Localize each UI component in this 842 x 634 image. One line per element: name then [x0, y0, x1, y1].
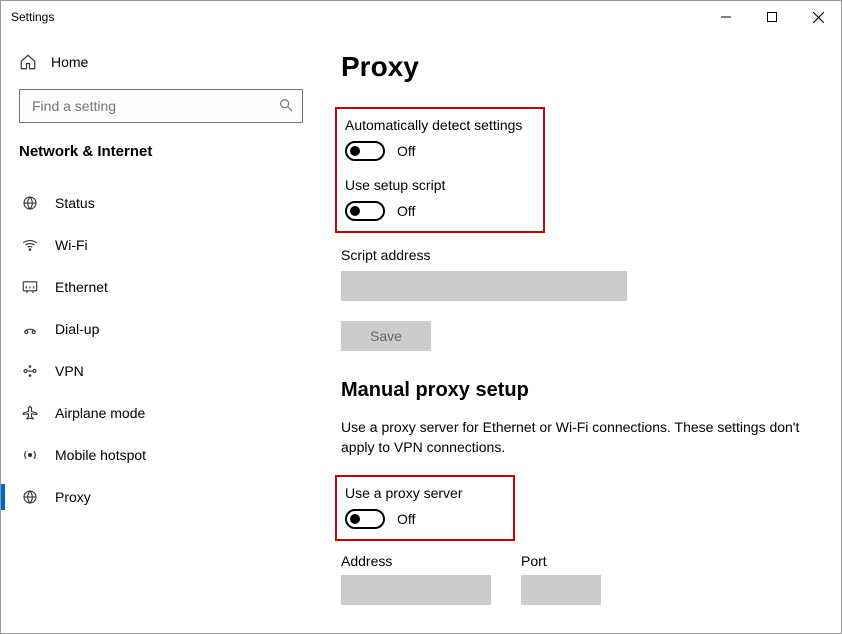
- setup-script-label: Use setup script: [345, 177, 535, 193]
- use-proxy-label: Use a proxy server: [345, 485, 505, 501]
- search-input-wrap[interactable]: [19, 89, 303, 123]
- setup-script-block: Use setup script Off: [345, 177, 535, 221]
- use-proxy-toggle[interactable]: [345, 509, 385, 529]
- page-title: Proxy: [341, 51, 811, 83]
- airplane-icon: [21, 404, 39, 422]
- address-input[interactable]: [341, 575, 491, 605]
- sidebar-item-proxy[interactable]: Proxy: [1, 476, 321, 518]
- script-address-input[interactable]: [341, 271, 627, 301]
- ethernet-icon: [21, 278, 39, 296]
- address-port-row: Address Port: [341, 553, 811, 605]
- section-heading: Network & Internet: [1, 135, 321, 176]
- port-input[interactable]: [521, 575, 601, 605]
- sidebar-item-label: Airplane mode: [55, 405, 145, 421]
- setup-script-toggle[interactable]: [345, 201, 385, 221]
- sidebar-item-airplane[interactable]: Airplane mode: [1, 392, 321, 434]
- search-icon: [278, 97, 294, 116]
- sidebar-item-label: Wi-Fi: [55, 237, 88, 253]
- search-input[interactable]: [30, 97, 278, 115]
- sidebar: Home Network & Internet Status: [1, 33, 321, 633]
- sidebar-item-wifi[interactable]: Wi-Fi: [1, 224, 321, 266]
- address-label: Address: [341, 553, 491, 569]
- minimize-button[interactable]: [703, 1, 749, 33]
- sidebar-item-label: Status: [55, 195, 95, 211]
- content-pane: Proxy Automatically detect settings Off …: [321, 33, 841, 633]
- manual-description: Use a proxy server for Ethernet or Wi-Fi…: [341, 418, 801, 457]
- save-button-label: Save: [370, 328, 402, 344]
- maximize-button[interactable]: [749, 1, 795, 33]
- home-nav[interactable]: Home: [1, 43, 321, 81]
- auto-detect-toggle[interactable]: [345, 141, 385, 161]
- script-address-block: Script address: [341, 247, 811, 301]
- sidebar-item-label: Mobile hotspot: [55, 447, 146, 463]
- status-icon: [21, 194, 39, 212]
- title-bar: Settings: [1, 1, 841, 33]
- vpn-icon: [21, 362, 39, 380]
- sidebar-item-hotspot[interactable]: Mobile hotspot: [1, 434, 321, 476]
- proxy-icon: [21, 488, 39, 506]
- sidebar-item-vpn[interactable]: VPN: [1, 350, 321, 392]
- setup-script-state: Off: [397, 203, 415, 219]
- script-address-label: Script address: [341, 247, 811, 263]
- sidebar-item-status[interactable]: Status: [1, 182, 321, 224]
- sidebar-item-label: VPN: [55, 363, 84, 379]
- auto-detect-label: Automatically detect settings: [345, 117, 535, 133]
- use-proxy-block: Use a proxy server Off: [345, 485, 505, 529]
- sidebar-item-ethernet[interactable]: Ethernet: [1, 266, 321, 308]
- auto-detect-state: Off: [397, 143, 415, 159]
- sidebar-item-label: Ethernet: [55, 279, 108, 295]
- sidebar-item-label: Dial-up: [55, 321, 99, 337]
- wifi-icon: [21, 236, 39, 254]
- hotspot-icon: [21, 446, 39, 464]
- port-label: Port: [521, 553, 601, 569]
- use-proxy-highlight: Use a proxy server Off: [335, 475, 515, 541]
- sidebar-item-label: Proxy: [55, 489, 91, 505]
- dialup-icon: [21, 320, 39, 338]
- auto-proxy-highlight: Automatically detect settings Off Use se…: [335, 107, 545, 233]
- auto-detect-block: Automatically detect settings Off: [345, 117, 535, 161]
- window-title: Settings: [11, 10, 54, 24]
- use-proxy-state: Off: [397, 511, 415, 527]
- save-button[interactable]: Save: [341, 321, 431, 351]
- home-icon: [19, 53, 37, 71]
- home-label: Home: [51, 54, 88, 70]
- settings-window: Settings Home: [0, 0, 842, 634]
- manual-heading: Manual proxy setup: [341, 379, 811, 402]
- sidebar-item-dialup[interactable]: Dial-up: [1, 308, 321, 350]
- close-button[interactable]: [795, 1, 841, 33]
